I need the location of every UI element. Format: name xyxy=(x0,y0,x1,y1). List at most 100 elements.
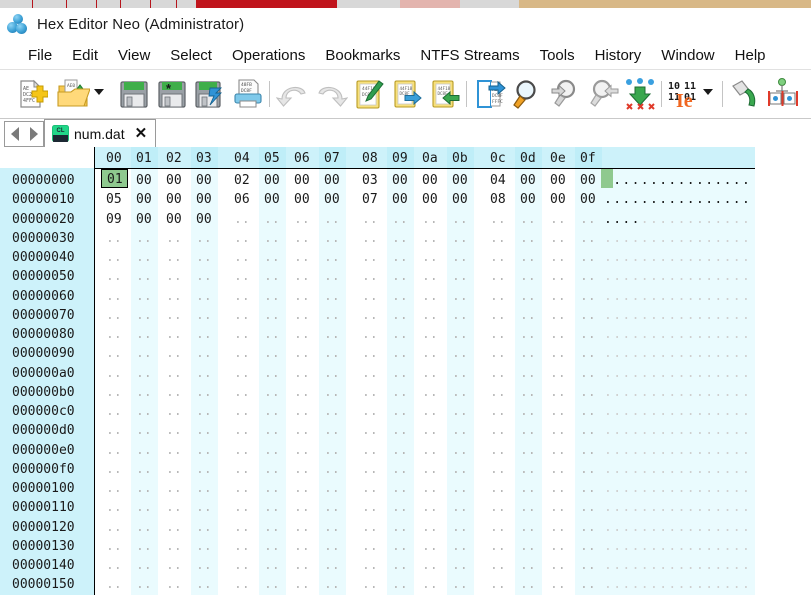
hex-byte-empty[interactable]: .. xyxy=(166,520,182,535)
hex-byte[interactable]: 00 xyxy=(166,212,182,227)
hex-byte-empty[interactable]: .. xyxy=(520,462,536,477)
save-as-icon[interactable]: * xyxy=(155,77,189,111)
ascii-char-empty[interactable]: . xyxy=(668,289,676,304)
ascii-char-empty[interactable]: . xyxy=(668,423,676,438)
ascii-char-empty[interactable]: . xyxy=(632,462,640,477)
hex-byte-empty[interactable]: .. xyxy=(324,327,340,342)
ascii-char-empty[interactable]: . xyxy=(687,308,695,323)
prev-tab-arrow-icon[interactable] xyxy=(10,127,19,141)
hex-byte-empty[interactable]: .. xyxy=(294,443,310,458)
hex-byte-empty[interactable]: .. xyxy=(392,231,408,246)
ascii-char[interactable]: . xyxy=(650,173,658,188)
hex-byte-empty[interactable]: .. xyxy=(580,520,596,535)
ascii-char-empty[interactable]: . xyxy=(613,481,621,496)
hex-byte-empty[interactable]: .. xyxy=(136,577,152,592)
hex-byte-empty[interactable]: .. xyxy=(452,481,468,496)
ascii-char-empty[interactable]: . xyxy=(678,269,686,284)
ascii-char-empty[interactable]: . xyxy=(687,212,695,227)
ascii-char-empty[interactable]: . xyxy=(622,404,630,419)
hex-column-header[interactable]: 0b xyxy=(452,151,468,166)
ascii-char-empty[interactable]: . xyxy=(641,269,649,284)
hex-byte-empty[interactable]: .. xyxy=(550,443,566,458)
ascii-char-empty[interactable]: . xyxy=(733,577,741,592)
ascii-char[interactable]: . xyxy=(622,173,630,188)
ascii-char-empty[interactable]: . xyxy=(604,500,612,515)
hex-byte-empty[interactable]: .. xyxy=(580,269,596,284)
ascii-char-empty[interactable]: . xyxy=(632,250,640,265)
hex-byte-empty[interactable]: .. xyxy=(580,212,596,227)
hex-byte-empty[interactable]: .. xyxy=(392,558,408,573)
hex-byte-empty[interactable]: .. xyxy=(196,289,212,304)
ascii-char-empty[interactable]: . xyxy=(613,462,621,477)
hex-byte-empty[interactable]: .. xyxy=(452,462,468,477)
hex-byte-empty[interactable]: .. xyxy=(362,577,378,592)
hex-byte-empty[interactable]: .. xyxy=(196,520,212,535)
ascii-char-empty[interactable]: . xyxy=(641,385,649,400)
ascii-char-empty[interactable]: . xyxy=(632,558,640,573)
hex-byte-empty[interactable]: .. xyxy=(580,423,596,438)
ascii-char-empty[interactable]: . xyxy=(613,423,621,438)
ascii-char-empty[interactable]: . xyxy=(742,366,750,381)
hex-byte-empty[interactable]: .. xyxy=(362,327,378,342)
ascii-char-empty[interactable]: . xyxy=(678,385,686,400)
ascii-char-empty[interactable]: . xyxy=(742,231,750,246)
hex-column-header[interactable]: 0c xyxy=(490,151,506,166)
hex-byte-empty[interactable]: .. xyxy=(294,289,310,304)
ascii-char-empty[interactable]: . xyxy=(659,366,667,381)
ascii-char-empty[interactable]: . xyxy=(622,462,630,477)
hex-byte-empty[interactable]: .. xyxy=(422,520,438,535)
ascii-char-empty[interactable]: . xyxy=(613,443,621,458)
hex-byte-empty[interactable]: .. xyxy=(580,231,596,246)
ascii-char-empty[interactable]: . xyxy=(604,269,612,284)
ascii-char-empty[interactable]: . xyxy=(613,250,621,265)
hex-byte-empty[interactable]: .. xyxy=(234,385,250,400)
hex-byte-empty[interactable]: .. xyxy=(422,423,438,438)
hex-byte-empty[interactable]: .. xyxy=(422,404,438,419)
hex-byte-empty[interactable]: .. xyxy=(362,231,378,246)
hex-byte-empty[interactable]: .. xyxy=(392,443,408,458)
hex-column-header[interactable]: 0f xyxy=(580,151,596,166)
ascii-char-empty[interactable]: . xyxy=(659,250,667,265)
ascii-char-empty[interactable]: . xyxy=(742,308,750,323)
hex-byte-empty[interactable]: .. xyxy=(196,327,212,342)
menu-bookmarks[interactable]: Bookmarks xyxy=(315,44,410,67)
hex-byte-empty[interactable]: .. xyxy=(136,289,152,304)
ascii-char-empty[interactable]: . xyxy=(632,577,640,592)
ascii-char-empty[interactable]: . xyxy=(668,269,676,284)
ascii-char-empty[interactable]: . xyxy=(622,423,630,438)
ascii-char-empty[interactable]: . xyxy=(724,250,732,265)
ascii-char-empty[interactable]: . xyxy=(696,539,704,554)
ascii-char-empty[interactable]: . xyxy=(678,443,686,458)
ascii-char-empty[interactable]: . xyxy=(650,327,658,342)
hex-byte-empty[interactable]: .. xyxy=(490,385,506,400)
ascii-char-empty[interactable]: . xyxy=(668,366,676,381)
hex-byte-empty[interactable]: .. xyxy=(422,462,438,477)
ascii-char[interactable]: . xyxy=(613,212,621,227)
hex-byte-empty[interactable]: .. xyxy=(392,577,408,592)
ascii-char-empty[interactable]: . xyxy=(742,250,750,265)
hex-byte-empty[interactable]: .. xyxy=(550,231,566,246)
hex-byte-empty[interactable]: .. xyxy=(520,327,536,342)
hex-byte-empty[interactable]: .. xyxy=(294,577,310,592)
edit-clipboard-icon[interactable]: 44F18 DC8F xyxy=(352,77,386,111)
hex-byte-empty[interactable]: .. xyxy=(422,385,438,400)
ascii-char-empty[interactable]: . xyxy=(659,577,667,592)
ascii-char-empty[interactable]: . xyxy=(668,481,676,496)
hex-byte-empty[interactable]: .. xyxy=(106,327,122,342)
hex-byte-empty[interactable]: .. xyxy=(234,520,250,535)
ascii-char-empty[interactable]: . xyxy=(668,539,676,554)
hex-byte-empty[interactable]: .. xyxy=(520,366,536,381)
hex-byte-empty[interactable]: .. xyxy=(106,404,122,419)
ascii-char-empty[interactable]: . xyxy=(641,443,649,458)
ascii-char-empty[interactable]: . xyxy=(650,558,658,573)
ascii-char-empty[interactable]: . xyxy=(696,346,704,361)
hex-byte-empty[interactable]: .. xyxy=(490,404,506,419)
ascii-char-empty[interactable]: . xyxy=(696,231,704,246)
hex-byte[interactable]: 00 xyxy=(264,192,280,207)
ascii-char-empty[interactable]: . xyxy=(632,404,640,419)
ascii-char[interactable]: . xyxy=(687,173,695,188)
ascii-char-empty[interactable]: . xyxy=(733,520,741,535)
ascii-char-empty[interactable]: . xyxy=(705,289,713,304)
ascii-char-empty[interactable]: . xyxy=(668,346,676,361)
hex-byte-empty[interactable]: .. xyxy=(550,346,566,361)
